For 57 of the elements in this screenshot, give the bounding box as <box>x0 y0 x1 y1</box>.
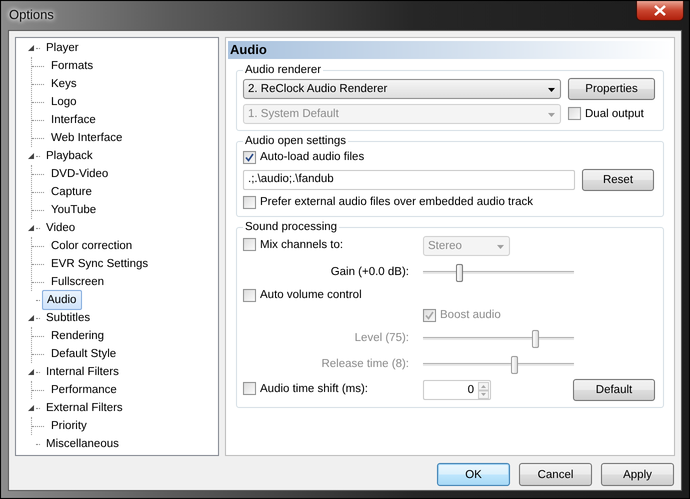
tree-item[interactable]: Subtitles <box>42 309 94 327</box>
tree-item[interactable]: Internal Filters <box>42 363 123 381</box>
tree-item[interactable]: Video <box>42 219 80 237</box>
tree-item[interactable]: Web Interface <box>47 129 126 147</box>
tree-item[interactable]: Player <box>42 39 83 57</box>
tree-item[interactable]: Logo <box>47 93 81 111</box>
tree-item[interactable]: Default Style <box>47 345 120 363</box>
tree-item[interactable]: Capture <box>47 183 96 201</box>
tree-item[interactable]: External Filters <box>42 399 127 417</box>
expanded-icon[interactable] <box>28 405 34 411</box>
button[interactable]: Apply <box>601 463 674 486</box>
caret-icon <box>548 88 555 92</box>
tree-item[interactable]: Playback <box>42 147 97 165</box>
group-title: Sound processing <box>244 221 338 233</box>
window-title: Options <box>9 7 54 22</box>
tree-item[interactable]: EVR Sync Settings <box>47 255 152 273</box>
slider-thumb[interactable] <box>456 264 464 282</box>
number-field[interactable]: 0 <box>423 380 491 400</box>
tree-item[interactable]: Keys <box>47 75 81 93</box>
dropdown[interactable]: 2. ReClock Audio Renderer <box>243 78 561 98</box>
tree-item[interactable]: Priority <box>47 417 91 435</box>
button[interactable]: Reset <box>582 168 654 190</box>
button[interactable]: OK <box>437 463 510 486</box>
text-field[interactable]: .;.\audio;.\fandub <box>243 170 575 190</box>
tree-item[interactable]: Fullscreen <box>47 273 108 291</box>
tree-item[interactable]: YouTube <box>47 201 100 219</box>
close-button[interactable] <box>636 1 684 21</box>
close-icon <box>653 5 667 16</box>
checkmark-icon <box>425 310 434 320</box>
tree-item[interactable]: DVD-Video <box>47 165 112 183</box>
button[interactable]: Cancel <box>519 463 592 486</box>
button[interactable]: Properties <box>568 78 655 100</box>
expanded-icon[interactable] <box>28 45 34 51</box>
checkmark-icon <box>245 152 254 162</box>
checkbox[interactable]: Auto volume control <box>243 288 362 302</box>
group-title: Audio renderer <box>244 64 322 76</box>
slider-label: Release time (8): <box>320 358 410 370</box>
caret-icon <box>548 112 555 116</box>
checkbox[interactable]: Auto-load audio files <box>243 150 364 164</box>
tree-item[interactable]: Rendering <box>47 327 108 345</box>
tree-item[interactable]: Interface <box>47 111 100 129</box>
caret-icon <box>497 245 504 249</box>
group-title: Audio open settings <box>244 135 348 147</box>
expanded-icon[interactable] <box>28 315 34 321</box>
tree-item[interactable]: Color correction <box>47 237 136 255</box>
tree-item[interactable]: Formats <box>47 57 98 75</box>
slider-label: Gain (+0.0 dB): <box>330 266 410 278</box>
slider-label: Level (75): <box>354 332 410 344</box>
button[interactable]: Default <box>573 379 655 401</box>
expanded-icon[interactable] <box>28 153 34 159</box>
tree-item[interactable]: Audio <box>42 290 82 310</box>
expanded-icon[interactable] <box>28 369 34 375</box>
expanded-icon[interactable] <box>28 225 34 231</box>
tree-item[interactable]: Performance <box>47 381 121 399</box>
checkbox[interactable]: Prefer external audio files over embedded audio track <box>243 196 533 208</box>
tree-item[interactable]: Miscellaneous <box>42 435 123 453</box>
checkbox[interactable]: Audio time shift (ms): <box>243 382 368 395</box>
